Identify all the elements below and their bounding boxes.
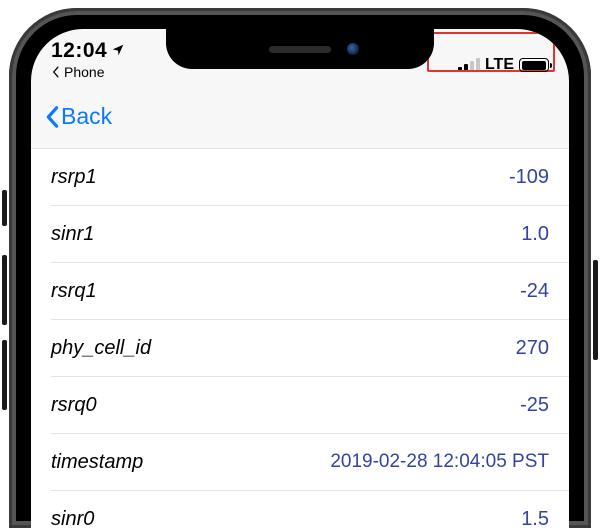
location-arrow-icon [111,39,125,63]
speaker-grille [269,46,331,53]
row-value: -25 [520,394,549,417]
list-item[interactable]: sinr0 1.5 [51,491,569,528]
back-label: Back [61,103,112,130]
volume-down-button[interactable] [2,340,7,410]
breadcrumb-label: Phone [64,64,104,80]
list-item[interactable]: rsrp1 -109 [51,149,569,206]
list-item[interactable]: timestamp 2019-02-28 12:04:05 PST [51,434,569,491]
battery-fill [522,61,546,70]
metrics-list: rsrp1 -109 sinr1 1.0 rsrq1 -24 phy_cell_… [31,148,569,528]
row-value: 1.5 [521,508,549,528]
back-button[interactable]: Back [45,103,112,130]
row-value: 2019-02-28 12:04:05 PST [330,451,549,473]
list-item[interactable]: phy_cell_id 270 [51,320,569,377]
row-key: rsrq0 [51,394,97,417]
list-item[interactable]: rsrq1 -24 [51,263,569,320]
mute-switch[interactable] [2,190,7,226]
screen: 12:04 Phone LTE [31,29,569,528]
chevron-left-icon [51,63,60,81]
chevron-left-icon [45,106,59,128]
row-key: timestamp [51,451,143,474]
nav-bar: Back [31,87,569,148]
row-key: sinr0 [51,508,94,528]
row-key: phy_cell_id [51,337,151,360]
network-type-label: LTE [485,56,514,74]
status-right: LTE [419,29,549,87]
list-item[interactable]: sinr1 1.0 [51,206,569,263]
row-value: -24 [520,280,549,303]
battery-icon [519,58,549,72]
phone-frame: 12:04 Phone LTE [9,8,591,528]
notch [166,29,434,69]
row-key: rsrq1 [51,280,97,303]
time-label: 12:04 [51,39,107,63]
row-value: -109 [509,166,549,189]
row-key: sinr1 [51,223,94,246]
row-value: 270 [516,337,549,360]
power-button[interactable] [593,260,598,360]
front-camera [347,43,359,55]
breadcrumb[interactable]: Phone [51,63,181,81]
volume-up-button[interactable] [2,255,7,325]
cellular-signal-icon [458,58,480,72]
status-left: 12:04 Phone [51,29,181,87]
row-key: rsrp1 [51,166,97,189]
list-item[interactable]: rsrq0 -25 [51,377,569,434]
row-value: 1.0 [521,223,549,246]
clock: 12:04 [51,39,181,63]
